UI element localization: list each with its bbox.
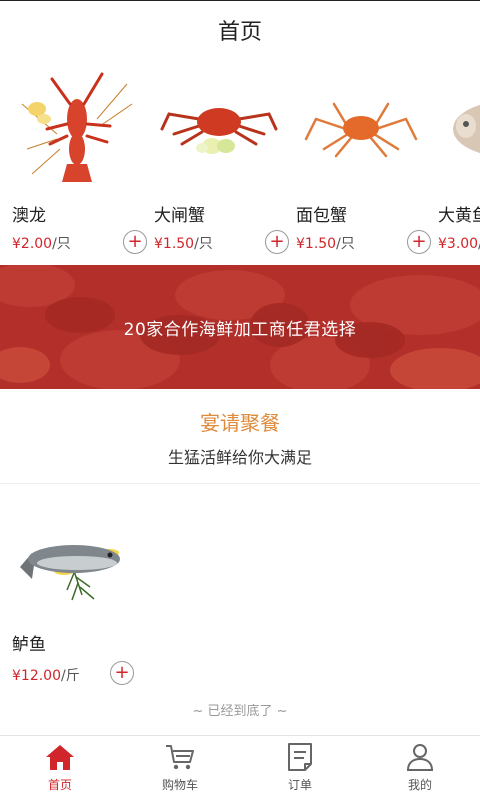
tab-profile[interactable]: 我的 (360, 736, 480, 800)
promo-section: 宴请聚餐 生猛活鲜给你大满足 (0, 389, 480, 483)
page-header: 首页 (0, 0, 480, 60)
product-name: 大黄鱼 (438, 206, 480, 226)
bottom-tab-bar: 首页 购物车 订单 我的 (0, 735, 480, 800)
product-price: ¥1.50/只 (296, 236, 355, 252)
product-price: ¥3.00/只 (438, 236, 480, 252)
product-card[interactable]: 大闸蟹 ¥1.50/只 + (154, 60, 289, 265)
product-card[interactable]: 面包蟹 ¥1.50/只 + (296, 60, 431, 265)
product-name: 澳龙 (12, 206, 46, 226)
product-price: ¥12.00/斤 (12, 668, 80, 684)
fish-image (453, 104, 480, 154)
page-title: 首页 (217, 20, 262, 45)
add-to-cart-button[interactable]: + (407, 230, 431, 254)
tab-label: 首页 (47, 778, 72, 792)
product-name: 大闸蟹 (154, 206, 205, 226)
product-price: ¥1.50/只 (154, 236, 213, 252)
tab-orders[interactable]: 订单 (240, 736, 360, 800)
product-carousel[interactable]: 澳龙 ¥2.00/只 + 大闸蟹 ¥1.50/只 + 面包蟹 ¥1.50/只 +… (0, 60, 480, 265)
end-of-list-note: ~ 已经到底了 ~ (192, 704, 288, 719)
promo-title: 宴请聚餐 (200, 411, 280, 435)
profile-icon (406, 744, 434, 771)
tab-home[interactable]: 首页 (0, 736, 120, 800)
lobster-image (21, 72, 133, 182)
product-card[interactable]: 大黄鱼 ¥3.00/只 (438, 60, 480, 265)
product-card[interactable]: 鲈鱼 ¥12.00/斤 + (12, 515, 142, 695)
tab-cart[interactable]: 购物车 (120, 736, 240, 800)
product-name: 面包蟹 (296, 206, 347, 226)
home-icon (46, 745, 74, 770)
section-divider (0, 483, 480, 484)
banner-text: 20家合作海鲜加工商任君选择 (123, 319, 357, 340)
product-card[interactable]: 澳龙 ¥2.00/只 + (12, 60, 147, 265)
product-price: ¥2.00/只 (12, 236, 71, 252)
spider-crab-image (304, 102, 418, 158)
add-to-cart-button[interactable]: + (123, 230, 147, 254)
add-to-cart-button[interactable]: + (265, 230, 289, 254)
tab-label: 订单 (287, 778, 312, 792)
crab-image (160, 108, 278, 154)
promo-subtitle: 生猛活鲜给你大满足 (167, 448, 312, 467)
add-to-cart-button[interactable]: + (110, 661, 134, 685)
tab-label: 我的 (407, 778, 432, 792)
sea-bass-image (20, 545, 120, 601)
product-name: 鲈鱼 (12, 635, 46, 655)
cart-icon (166, 745, 194, 770)
tab-label: 购物车 (161, 778, 198, 792)
promo-banner[interactable]: 20家合作海鲜加工商任君选择 (0, 265, 480, 389)
order-icon (288, 743, 312, 771)
